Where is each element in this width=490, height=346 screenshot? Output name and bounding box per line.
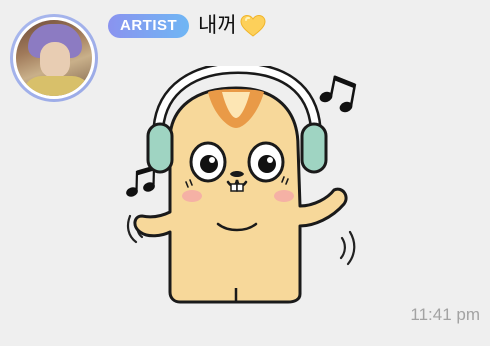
hamster-sticker[interactable] (118, 66, 368, 306)
music-note-icon (319, 75, 357, 113)
sender-avatar[interactable] (10, 14, 98, 102)
avatar-ring (13, 17, 95, 99)
sender-name: 내꺼 (198, 14, 237, 37)
yellow-heart-icon (240, 14, 266, 37)
avatar-photo (16, 20, 92, 96)
music-note-icon (126, 165, 156, 197)
sender-name-row: 내꺼 (198, 12, 266, 40)
message-timestamp: 11:41 pm (410, 305, 480, 324)
artist-badge: ARTIST (108, 14, 190, 38)
